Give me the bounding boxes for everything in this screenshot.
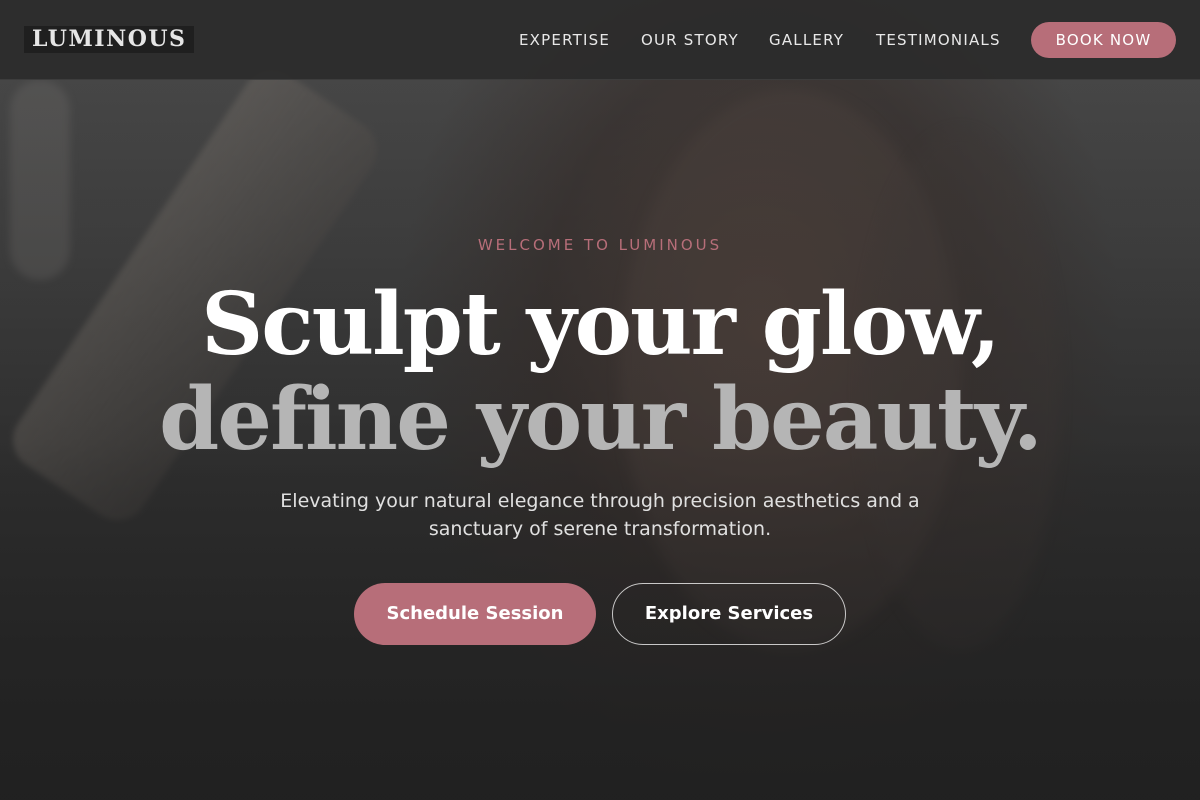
- nav-link-gallery[interactable]: GALLERY: [769, 30, 844, 50]
- explore-services-button[interactable]: Explore Services: [612, 583, 846, 645]
- book-now-button[interactable]: BOOK NOW: [1031, 22, 1176, 58]
- hero-headline-line-1: Sculpt your glow,: [201, 274, 1001, 375]
- nav-link-testimonials[interactable]: TESTIMONIALS: [876, 30, 1001, 50]
- logo[interactable]: LUMINOUS: [24, 26, 195, 53]
- hero-eyebrow: WELCOME TO LUMINOUS: [477, 236, 723, 254]
- schedule-session-button[interactable]: Schedule Session: [354, 583, 596, 645]
- hero-subtext: Elevating your natural elegance through …: [280, 490, 920, 540]
- site-header: LUMINOUS EXPERTISE OUR STORY GALLERY TES…: [0, 0, 1200, 80]
- hero-headline-line-2: define your beauty.: [159, 369, 1043, 470]
- nav-link-expertise[interactable]: EXPERTISE: [519, 30, 610, 50]
- nav-link-our-story[interactable]: OUR STORY: [641, 30, 739, 50]
